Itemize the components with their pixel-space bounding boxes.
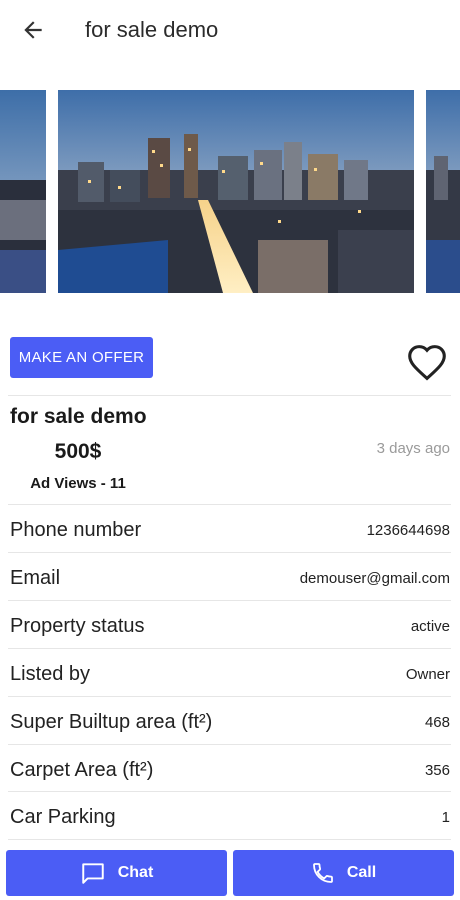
- chat-button[interactable]: Chat: [6, 850, 227, 896]
- detail-label: Super Builtup area (ft²): [10, 711, 213, 733]
- detail-label: Property status: [10, 615, 145, 637]
- detail-value: 356: [424, 762, 450, 779]
- detail-value: 1: [441, 809, 450, 826]
- detail-value: 1236644698: [366, 522, 450, 539]
- detail-label: Email: [10, 567, 61, 589]
- page-title: for sale demo: [85, 17, 219, 42]
- app-bar: for sale demo: [0, 0, 460, 60]
- detail-value: Owner: [405, 666, 450, 683]
- divider: [8, 839, 451, 840]
- detail-row-super-builtup-area: Super Builtup area (ft²) 468: [10, 697, 450, 744]
- detail-value: demouser@gmail.com: [299, 570, 450, 587]
- favorite-heart-icon[interactable]: [406, 343, 448, 381]
- chat-bubble-icon: [81, 863, 104, 884]
- ad-views-count: Ad Views - 11: [30, 475, 126, 492]
- back-arrow-icon[interactable]: [20, 17, 46, 43]
- ad-price: 500$: [54, 440, 102, 463]
- image-carousel[interactable]: [0, 90, 460, 293]
- posted-time: 3 days ago: [376, 440, 450, 457]
- detail-label: Car Parking: [10, 806, 116, 828]
- carousel-image-current[interactable]: [58, 90, 414, 293]
- detail-row-email: Email demouser@gmail.com: [10, 553, 450, 600]
- ad-title: for sale demo: [10, 405, 147, 428]
- detail-value: 468: [424, 714, 450, 731]
- divider: [8, 395, 451, 396]
- chat-button-label: Chat: [117, 864, 154, 881]
- make-offer-button[interactable]: MAKE AN OFFER: [10, 337, 153, 378]
- detail-row-property-status: Property status active: [10, 601, 450, 648]
- detail-label: Phone number: [10, 519, 142, 541]
- carousel-image-next[interactable]: [426, 90, 460, 293]
- detail-row-listed-by: Listed by Owner: [10, 649, 450, 696]
- detail-row-phone: Phone number 1236644698: [10, 505, 450, 552]
- detail-row-car-parking: Car Parking 1: [10, 792, 450, 839]
- phone-icon: [312, 863, 333, 883]
- detail-row-carpet-area: Carpet Area (ft²) 356: [10, 745, 450, 792]
- call-button[interactable]: Call: [233, 850, 454, 896]
- detail-label: Listed by: [10, 663, 91, 685]
- detail-value: active: [410, 618, 450, 635]
- call-button-label: Call: [346, 864, 377, 881]
- carousel-image-previous[interactable]: [0, 90, 46, 293]
- detail-label: Carpet Area (ft²): [10, 759, 154, 781]
